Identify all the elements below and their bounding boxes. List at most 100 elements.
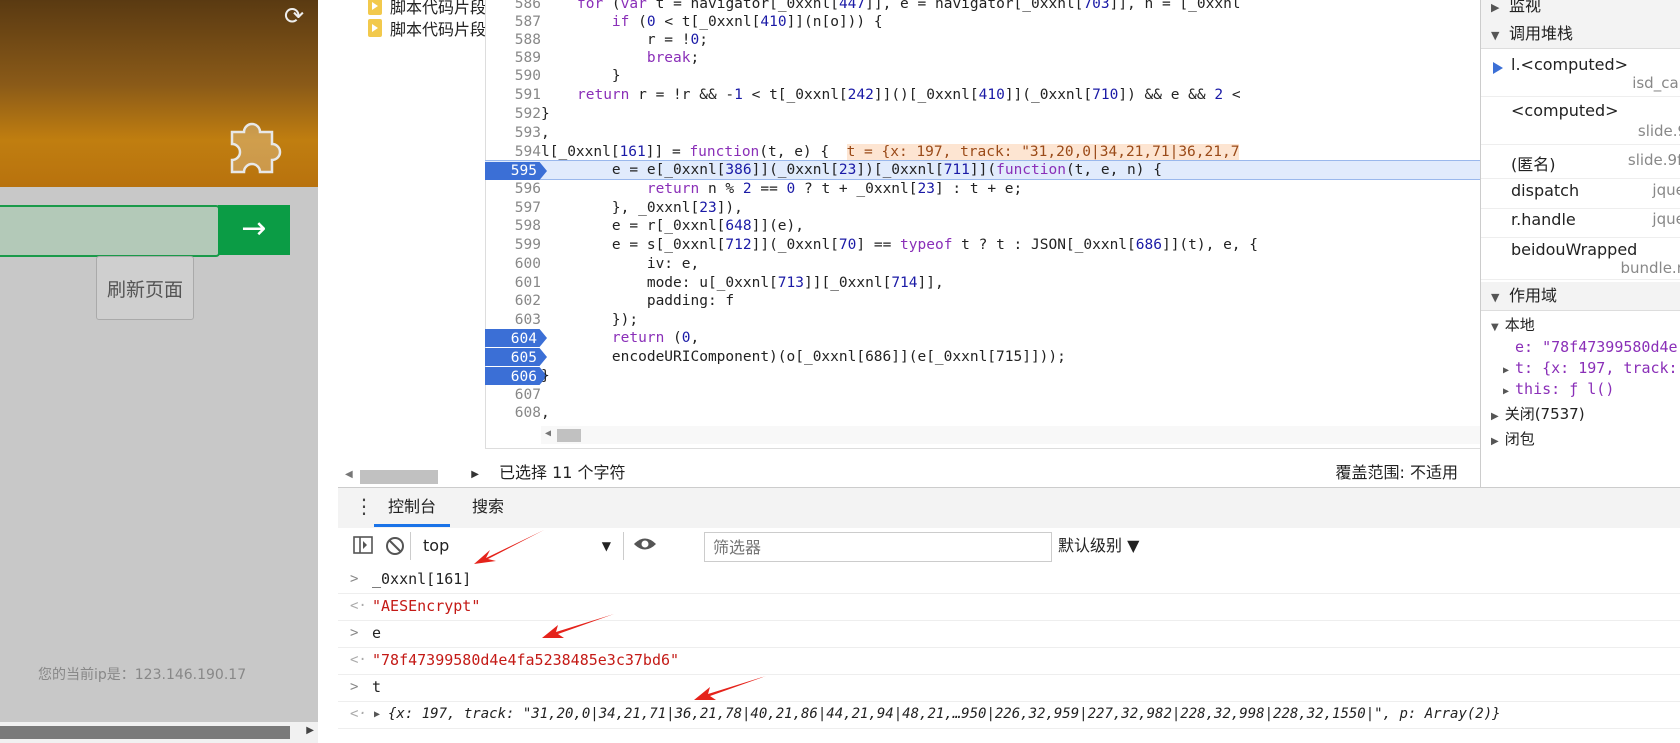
console-result-row[interactable]: <· ▶ {x: 197, track: "31,20,0|34,21,71|36,… bbox=[338, 701, 1680, 729]
line-number[interactable]: 608 bbox=[485, 403, 541, 423]
line-number[interactable]: 607 bbox=[485, 385, 541, 405]
console-result-row[interactable]: <· "78f47399580d4e4fa5238485e3c37bd6" bbox=[338, 647, 1680, 675]
code-text[interactable]: break; bbox=[577, 48, 699, 68]
scope-var-this[interactable]: ▶ this: ƒ l() bbox=[1503, 380, 1614, 398]
scroll-thumb[interactable] bbox=[0, 726, 290, 739]
line-number[interactable]: 601 bbox=[485, 273, 541, 293]
code-text[interactable]: r = !0; bbox=[577, 30, 708, 50]
console-output[interactable]: > _0xxnl[161] <· "AESEncrypt" > e <· "78f473… bbox=[338, 566, 1680, 743]
code-text[interactable]: return n % 2 == 0 ? t + _0xxnl[23] : t +… bbox=[577, 179, 1022, 199]
console-input-row[interactable]: > _0xxnl[161] bbox=[338, 566, 1680, 594]
scope-section-header[interactable]: ▼ 作用域 bbox=[1481, 282, 1680, 311]
code-text[interactable]: iv: e, bbox=[577, 254, 699, 274]
scope-local[interactable]: ▼ 本地 bbox=[1491, 314, 1535, 335]
console-text[interactable]: _0xxnl[161] bbox=[372, 566, 471, 593]
context-selector[interactable]: top ▼ bbox=[410, 532, 624, 560]
code-text[interactable]: } bbox=[577, 66, 621, 86]
current-execution-line[interactable]: 595 e = e[_0xxnl[386]](_0xxnl[23])[_0xxn… bbox=[485, 160, 1480, 180]
frame-location[interactable]: isd_captcha bbox=[1632, 74, 1680, 92]
page-horizontal-scrollbar[interactable]: ▶ bbox=[0, 722, 318, 743]
breakpoint-marker[interactable]: 604 bbox=[485, 329, 547, 347]
call-frame[interactable]: (匿名) slide.9f719 bbox=[1481, 148, 1680, 179]
call-frame-active[interactable]: l.<computed>isd_captcha bbox=[1481, 52, 1680, 97]
line-number[interactable]: 599 bbox=[485, 235, 541, 255]
code-text[interactable]: } bbox=[541, 366, 550, 386]
line-number[interactable]: 588 bbox=[485, 30, 541, 50]
code-text[interactable]: }); bbox=[577, 310, 638, 330]
scroll-right-arrow-icon[interactable]: ▶ bbox=[471, 469, 479, 480]
code-text[interactable]: l[_0xxnl[161]] = function(t, e) { t = {x… bbox=[541, 142, 1240, 162]
code-text[interactable]: return (0, bbox=[577, 328, 699, 348]
scroll-thumb[interactable] bbox=[360, 470, 438, 484]
code-text[interactable]: }, _0xxnl[23]), bbox=[577, 198, 743, 218]
line-number[interactable]: 598 bbox=[485, 216, 541, 236]
console-filter-input[interactable] bbox=[704, 532, 1052, 562]
console-text[interactable]: t bbox=[372, 674, 381, 701]
scroll-left-arrow-icon[interactable]: ◀ bbox=[345, 469, 353, 480]
code-text[interactable]: , bbox=[541, 123, 550, 143]
console-input-row[interactable]: > e bbox=[338, 620, 1680, 648]
line-number[interactable]: 600 bbox=[485, 254, 541, 274]
console-input-row[interactable]: > t bbox=[338, 674, 1680, 702]
code-text[interactable]: , bbox=[541, 403, 550, 423]
breakpoint-marker[interactable]: 595 bbox=[485, 162, 547, 180]
line-number[interactable]: 590 bbox=[485, 66, 541, 86]
frame-location[interactable]: slide.9f719 bbox=[1638, 122, 1680, 140]
line-number[interactable]: 597 bbox=[485, 198, 541, 218]
frame-location[interactable]: jquer bbox=[1652, 210, 1680, 228]
code-text[interactable]: e = e[_0xxnl[386]](_0xxnl[23])[_0xxnl[71… bbox=[577, 161, 1162, 179]
frame-location[interactable]: slide.9f719 bbox=[1628, 151, 1680, 169]
slider-handle-button[interactable]: → bbox=[218, 205, 290, 255]
editor-horizontal-scrollbar[interactable]: ◀▶ bbox=[541, 426, 1480, 444]
tab-search[interactable]: 搜索 bbox=[458, 488, 518, 526]
scope-var-t[interactable]: ▶ t: {x: 197, track: bbox=[1503, 359, 1678, 377]
line-number[interactable]: 587 bbox=[485, 12, 541, 32]
console-text[interactable]: "AESEncrypt" bbox=[372, 593, 480, 620]
frame-location[interactable]: jquer bbox=[1652, 181, 1680, 199]
refresh-captcha-icon[interactable]: ⟳ bbox=[284, 2, 304, 30]
breakpoint-marker[interactable]: 605 bbox=[485, 348, 547, 366]
sidebar-toggle-icon[interactable] bbox=[352, 536, 374, 558]
file-item-snippet[interactable]: 脚本代码片段 bbox=[368, 16, 485, 40]
expand-triangle-icon[interactable]: ▶ bbox=[374, 701, 380, 728]
code-text[interactable]: } bbox=[541, 104, 550, 124]
code-text[interactable]: return r = !r && -1 < t[_0xxnl[242]]()[_… bbox=[577, 85, 1241, 105]
code-text[interactable]: e = r[_0xxnl[648]](e), bbox=[577, 216, 804, 236]
line-number[interactable]: 602 bbox=[485, 291, 541, 311]
scroll-right-arrow-icon[interactable]: ▶ bbox=[306, 725, 314, 736]
console-text[interactable]: "78f47399580d4e4fa5238485e3c37bd6" bbox=[372, 647, 679, 674]
call-stack-section-header[interactable]: ▼ 调用堆栈 bbox=[1481, 20, 1680, 49]
code-text[interactable]: if (0 < t[_0xxnl[410]](n[o])) { bbox=[577, 12, 883, 32]
tab-console[interactable]: 控制台 bbox=[374, 488, 451, 527]
scope-var-e[interactable]: e: "78f47399580d4e bbox=[1515, 338, 1678, 356]
line-number[interactable]: 592 bbox=[485, 104, 541, 124]
scope-closure-2[interactable]: ▶ 闭包 bbox=[1491, 428, 1535, 449]
call-frame[interactable]: beidouWrappedbundle.min bbox=[1481, 237, 1680, 280]
line-number[interactable]: 589 bbox=[485, 48, 541, 68]
call-frame[interactable]: dispatch jquer bbox=[1481, 178, 1680, 209]
scroll-thumb[interactable] bbox=[557, 429, 581, 442]
watch-section-header[interactable]: ▶ 监视 bbox=[1481, 0, 1680, 21]
file-nav-scrollbar[interactable]: ◀ ▶ bbox=[338, 464, 485, 487]
scroll-left-arrow-icon[interactable]: ◀ bbox=[545, 428, 551, 439]
log-level-selector[interactable]: 默认级别 ▼ bbox=[1058, 532, 1139, 560]
refresh-page-button[interactable]: 刷新页面 bbox=[96, 256, 194, 320]
line-number[interactable]: 594 bbox=[485, 142, 541, 162]
coverage-status[interactable]: 覆盖范围: 不适用 bbox=[1336, 459, 1458, 483]
console-text[interactable]: e bbox=[372, 620, 381, 647]
code-text[interactable]: encodeURIComponent)(o[_0xxnl[686]](e[_0x… bbox=[577, 347, 1066, 367]
line-number[interactable]: 596 bbox=[485, 179, 541, 199]
frame-location[interactable]: bundle.min bbox=[1620, 259, 1680, 277]
puzzle-piece-icon[interactable] bbox=[218, 110, 288, 180]
scope-closure[interactable]: ▶ 关闭(7537) bbox=[1491, 403, 1585, 424]
line-number[interactable]: 591 bbox=[485, 85, 541, 105]
more-options-icon[interactable]: ⋮ bbox=[354, 494, 374, 518]
console-result-row[interactable]: <· "AESEncrypt" bbox=[338, 593, 1680, 621]
code-text[interactable]: e = s[_0xxnl[712]](_0xxnl[70] == typeof … bbox=[577, 235, 1258, 255]
code-text[interactable]: padding: f bbox=[577, 291, 734, 311]
breakpoint-marker[interactable]: 606 bbox=[485, 367, 547, 385]
code-editor[interactable]: 586 for (var t = navigator[_0xxnl[447]], … bbox=[485, 0, 1480, 448]
line-number[interactable]: 603 bbox=[485, 310, 541, 330]
line-number[interactable]: 593 bbox=[485, 123, 541, 143]
call-frame[interactable]: <computed> slide.9f719 bbox=[1481, 98, 1680, 145]
